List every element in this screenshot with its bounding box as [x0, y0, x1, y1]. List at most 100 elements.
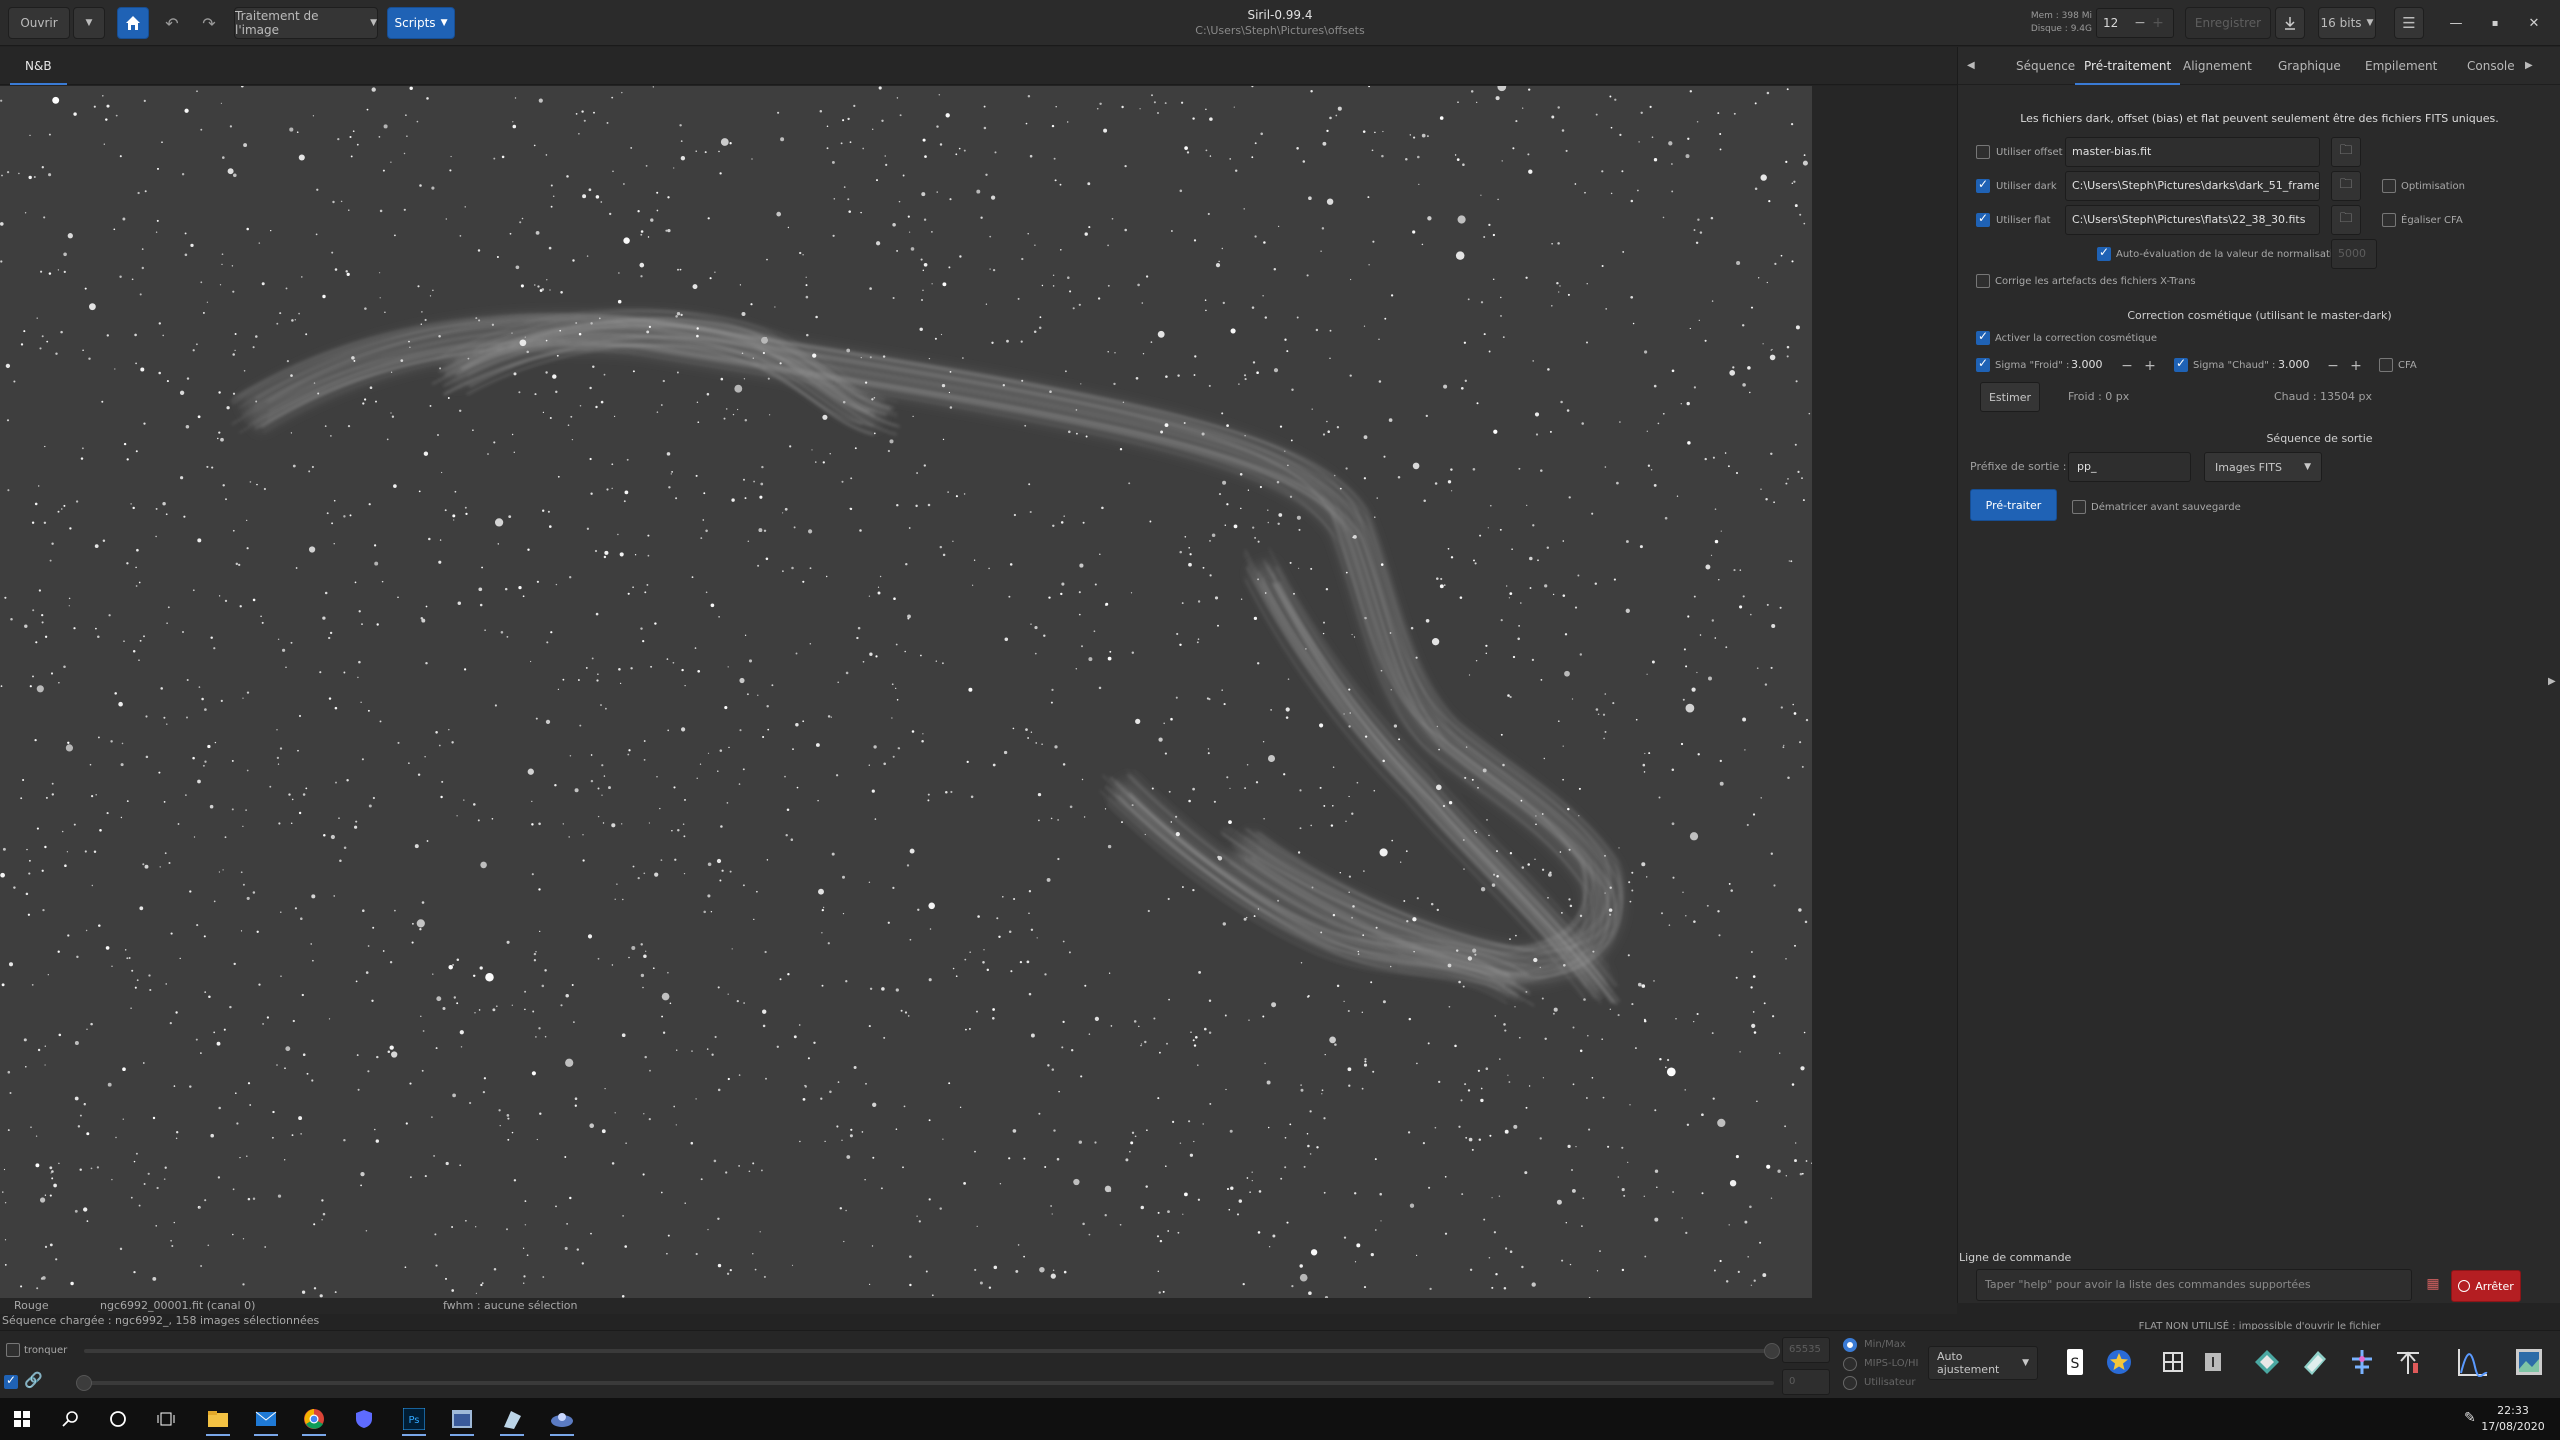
estimate-button[interactable]: Estimer: [1980, 382, 2040, 412]
sigma-cold-checkbox[interactable]: [1976, 356, 1990, 372]
truncate-checkbox[interactable]: [6, 1343, 20, 1357]
equalize-cfa-checkbox[interactable]: [2382, 213, 2396, 227]
min-value-field[interactable]: 0: [1782, 1369, 1830, 1395]
chrome-icon[interactable]: [292, 1402, 336, 1436]
windows-start-icon[interactable]: [0, 1402, 44, 1436]
tabs-scroll-right-icon[interactable]: ▶: [2525, 47, 2533, 85]
app-title: Siril-0.99.4: [1247, 8, 1313, 22]
align-icon[interactable]: [2345, 1345, 2379, 1379]
prefix-input[interactable]: pp_: [2068, 452, 2191, 482]
siril-icon[interactable]: [490, 1402, 534, 1436]
dark-file-field[interactable]: C:\Users\Steph\Pictures\darks\dark_51_fr…: [2065, 171, 2320, 201]
vpn-shield-icon[interactable]: [342, 1402, 386, 1436]
preprocess-button[interactable]: Pré-traiter: [1970, 489, 2057, 521]
link-sliders-checkbox[interactable]: [4, 1373, 18, 1389]
grid-view-icon[interactable]: [2156, 1345, 2190, 1379]
minus-icon[interactable]: −: [2324, 355, 2342, 377]
threads-spinner[interactable]: 12 − +: [2096, 8, 2174, 38]
rotate-icon[interactable]: [2298, 1345, 2332, 1379]
image-processing-menu[interactable]: Traitement de l'image ▼: [234, 7, 378, 39]
tab-grayscale[interactable]: N&B: [10, 47, 67, 85]
cosmetic-enable-checkbox[interactable]: [1976, 329, 1990, 345]
optimization-checkbox[interactable]: [2382, 179, 2396, 193]
image-info-icon[interactable]: [2512, 1345, 2546, 1379]
use-dark-checkbox[interactable]: [1976, 177, 1990, 193]
use-offset-checkbox[interactable]: [1976, 145, 1990, 159]
tab-preprocessing[interactable]: Pré-traitement: [2075, 47, 2181, 85]
cosmetic-cfa-checkbox[interactable]: [2379, 358, 2393, 372]
radio-user[interactable]: [1843, 1376, 1857, 1390]
use-flat-checkbox[interactable]: [1976, 211, 1990, 227]
stretch-mode-value: Auto ajustement: [1937, 1350, 2000, 1376]
tab-registration[interactable]: Alignement: [2183, 47, 2252, 85]
command-help-button[interactable]: ▦: [2422, 1271, 2444, 1297]
photometry-glyph: [2255, 1350, 2279, 1374]
sigma-hot-checkbox[interactable]: [2174, 356, 2188, 372]
close-icon[interactable]: ✕: [2521, 10, 2547, 36]
minimize-icon[interactable]: —: [2443, 10, 2469, 36]
maximize-icon[interactable]: ▪: [2482, 10, 2508, 36]
max-slider-handle[interactable]: [1764, 1343, 1780, 1359]
tab-stacking[interactable]: Empilement: [2365, 47, 2437, 85]
info-panel-icon[interactable]: [2196, 1345, 2230, 1379]
min-slider[interactable]: [84, 1381, 1774, 1385]
main-menu-button[interactable]: ☰: [2394, 7, 2424, 39]
stretch-mode-select[interactable]: Auto ajustement ▼: [1928, 1346, 2038, 1380]
system-clock[interactable]: 22:33 17/08/2020: [2470, 1403, 2556, 1435]
file-explorer-icon[interactable]: [196, 1402, 240, 1436]
xtrans-fix-label: Corrige les artefacts des fichiers X-Tra…: [1995, 276, 2196, 287]
save-as-button[interactable]: [2275, 7, 2305, 39]
color-saturation-icon[interactable]: [2102, 1345, 2136, 1379]
offset-browse-button[interactable]: 🗀: [2331, 137, 2361, 167]
auto-normalization-checkbox[interactable]: [2097, 245, 2111, 261]
minus-icon[interactable]: −: [2131, 15, 2149, 31]
dark-browse-button[interactable]: 🗀: [2331, 171, 2361, 201]
normalization-value-field[interactable]: 5000: [2331, 239, 2377, 269]
histogram-icon[interactable]: [2456, 1345, 2490, 1379]
radio-minmax[interactable]: [1843, 1338, 1857, 1352]
command-input[interactable]: Taper "help" pour avoir la liste des com…: [1976, 1269, 2412, 1301]
minus-icon[interactable]: −: [2118, 355, 2136, 377]
tabs-scroll-left-icon[interactable]: ◀: [1967, 47, 1975, 85]
mail-icon[interactable]: [244, 1402, 288, 1436]
undo-icon[interactable]: ↶: [160, 13, 184, 33]
xtrans-fix-checkbox[interactable]: [1976, 274, 1990, 288]
radio-mipslohi[interactable]: [1843, 1357, 1857, 1371]
debayer-checkbox[interactable]: [2072, 500, 2086, 514]
stop-button[interactable]: Arrêter: [2451, 1270, 2521, 1302]
link-icon[interactable]: 🔗: [24, 1371, 46, 1393]
bitdepth-menu[interactable]: 16 bits ▼: [2318, 7, 2376, 39]
tab-sequence[interactable]: Séquence: [2016, 47, 2075, 85]
open-menu-button[interactable]: ▼: [73, 7, 105, 39]
panel-collapse-icon[interactable]: ▶: [2548, 676, 2556, 687]
sigma-cold-label: Sigma "Froid" :: [1995, 360, 2070, 371]
astro-app-icon[interactable]: [540, 1402, 584, 1436]
app-window-icon[interactable]: [440, 1402, 484, 1436]
output-format-select[interactable]: Images FITS ▼: [2204, 452, 2322, 482]
flat-file-field[interactable]: C:\Users\Steph\Pictures\flats\22_38_30.f…: [2065, 205, 2320, 235]
negative-view-icon[interactable]: S: [2058, 1345, 2092, 1379]
photoshop-icon[interactable]: Ps: [392, 1402, 436, 1436]
search-icon[interactable]: [48, 1402, 92, 1436]
stats-icon[interactable]: [2391, 1345, 2425, 1379]
open-button[interactable]: Ouvrir: [8, 7, 70, 39]
tab-console[interactable]: Console: [2467, 47, 2515, 85]
photometry-icon[interactable]: [2250, 1345, 2284, 1379]
min-slider-handle[interactable]: [76, 1375, 92, 1391]
cortana-icon[interactable]: [96, 1402, 140, 1436]
tab-plot[interactable]: Graphique: [2278, 47, 2341, 85]
plus-icon[interactable]: +: [2141, 355, 2159, 377]
redo-icon[interactable]: ↷: [197, 13, 221, 33]
task-view-icon[interactable]: [144, 1402, 188, 1436]
scripts-menu[interactable]: Scripts ▼: [387, 7, 455, 39]
home-button[interactable]: [117, 7, 149, 39]
max-slider[interactable]: [84, 1349, 1774, 1353]
save-button[interactable]: Enregistrer: [2185, 7, 2271, 39]
image-view[interactable]: [0, 86, 1812, 1298]
flat-browse-button[interactable]: 🗀: [2331, 205, 2361, 235]
plus-icon: +: [2152, 15, 2164, 31]
plus-icon[interactable]: +: [2347, 355, 2365, 377]
offset-file-field[interactable]: master-bias.fit: [2065, 137, 2320, 167]
max-value-field[interactable]: 65535: [1782, 1337, 1830, 1363]
folder-icon: 🗀: [2339, 211, 2353, 226]
